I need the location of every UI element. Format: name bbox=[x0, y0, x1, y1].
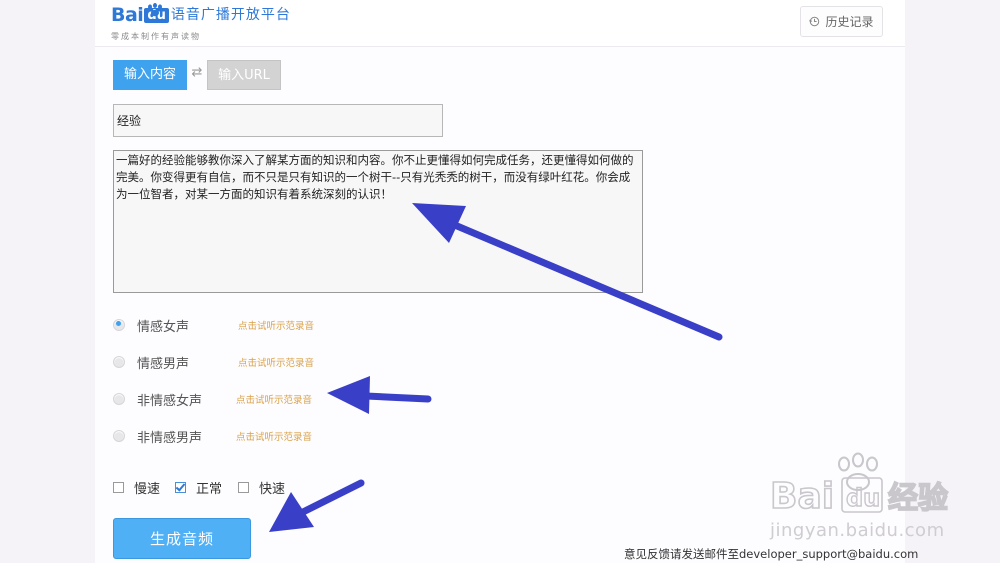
annotation-arrow bbox=[327, 376, 432, 414]
annotation-arrow bbox=[269, 479, 365, 532]
annotation-arrows bbox=[269, 203, 723, 532]
annotation-arrow bbox=[412, 203, 723, 341]
